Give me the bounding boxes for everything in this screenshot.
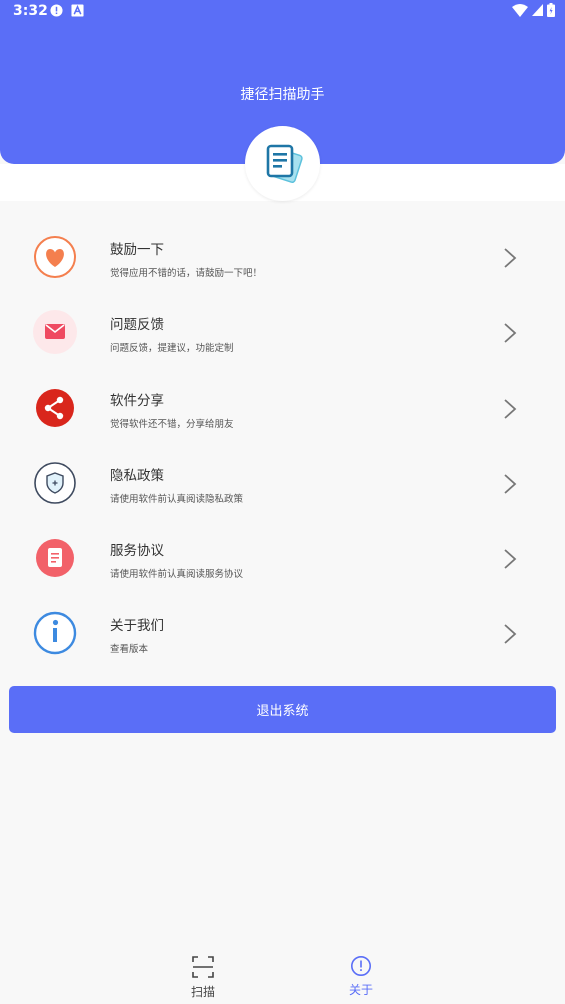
chevron-right-icon — [504, 323, 517, 343]
tab-scan[interactable]: 扫描 — [163, 955, 243, 1000]
menu-item-subtitle: 觉得软件还不错，分享给朋友 — [110, 418, 234, 430]
shield-icon — [34, 462, 76, 504]
status-time: 3:32 — [13, 3, 48, 19]
info-icon — [33, 612, 77, 655]
status-right — [512, 3, 555, 17]
app-logo — [245, 126, 320, 201]
scan-frame-icon — [192, 956, 214, 978]
signal-icon — [532, 4, 543, 16]
mail-icon — [33, 310, 77, 355]
chevron-right-icon — [504, 549, 517, 569]
battery-icon — [547, 3, 555, 17]
wifi-icon — [512, 3, 528, 17]
menu-item-subtitle: 请使用软件前认真阅读隐私政策 — [110, 493, 244, 505]
document-cards-icon — [266, 144, 303, 183]
menu-item-agreement[interactable]: 服务协议 请使用软件前认真阅读服务协议 — [0, 521, 565, 596]
menu-item-subtitle: 问题反馈，提建议，功能定制 — [110, 343, 234, 355]
chevron-right-icon — [504, 248, 517, 268]
logout-button[interactable]: 退出系统 — [9, 686, 556, 733]
menu-item-title: 鼓励一下 — [110, 242, 164, 258]
chevron-right-icon — [504, 474, 517, 494]
menu-item-privacy[interactable]: 隐私政策 请使用软件前认真阅读隐私政策 — [0, 446, 565, 521]
menu-item-share[interactable]: 软件分享 觉得软件还不错，分享给朋友 — [0, 371, 565, 446]
tab-about[interactable]: 关于 — [321, 955, 401, 998]
chevron-right-icon — [504, 624, 517, 645]
menu-item-subtitle: 查看版本 — [110, 644, 149, 656]
menu-item-title: 关于我们 — [110, 618, 164, 635]
menu-item-subtitle: 请使用软件前认真阅读服务协议 — [110, 569, 244, 581]
settings-menu: 鼓励一下 觉得应用不错的话，请鼓励一下吧！ 问题反馈 问题反馈，提建议，功能定制… — [0, 220, 565, 672]
tab-label: 关于 — [348, 983, 373, 997]
app-title: 捷径扫描助手 — [240, 87, 325, 103]
heart-icon — [34, 236, 76, 278]
chevron-right-icon — [504, 398, 517, 419]
menu-item-subtitle: 觉得应用不错的话，请鼓励一下吧！ — [110, 268, 263, 279]
menu-item-about-us[interactable]: 关于我们 查看版本 — [0, 596, 565, 671]
menu-item-title: 问题反馈 — [110, 317, 164, 334]
tab-label: 扫描 — [190, 985, 215, 999]
a-notification-icon — [71, 4, 84, 17]
agreement-doc-icon — [36, 539, 74, 578]
menu-item-title: 隐私政策 — [110, 467, 164, 484]
info-circle-icon — [351, 956, 371, 976]
menu-item-encourage[interactable]: 鼓励一下 觉得应用不错的话，请鼓励一下吧！ — [0, 220, 565, 295]
menu-item-title: 软件分享 — [110, 392, 164, 409]
share-icon — [36, 388, 74, 427]
alert-circle-icon — [50, 4, 63, 17]
menu-item-feedback[interactable]: 问题反馈 问题反馈，提建议，功能定制 — [0, 295, 565, 370]
menu-item-title: 服务协议 — [110, 543, 164, 560]
status-bar: 3:32 — [0, 0, 565, 24]
bottom-nav: 扫描 关于 — [0, 950, 565, 1004]
